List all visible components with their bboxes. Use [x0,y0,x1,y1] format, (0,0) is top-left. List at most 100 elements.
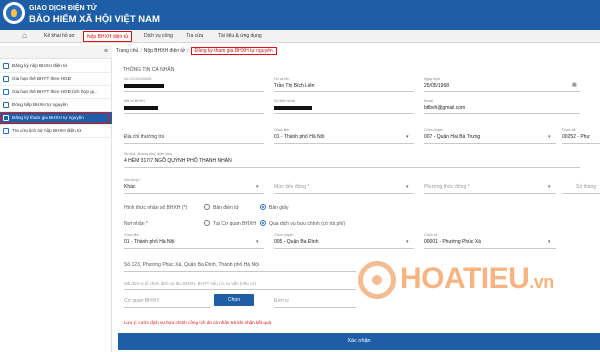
so-dien-thoai-field-line[interactable] [274,113,414,114]
xa-field-line [562,143,600,144]
main-menu: ⌂ Kê khai hồ sơ Nộp BHXH điện tử Dịch vụ… [0,30,600,43]
noi-nhan-label: Nơi nhận * [124,221,148,227]
nhan-xa-select[interactable]: 00001 - Phường Phúc Xá [424,239,481,245]
email-field[interactable]: btlbvh@gmail.com [424,105,465,111]
chevron-down-icon[interactable]: ▾ [548,239,551,245]
cccd-masked-value [124,84,164,88]
sidebar-item-label: Đăng ký tham gia BHXH tự nguyện [12,115,84,120]
ngay-sinh-field[interactable]: 25/05/1968 [424,83,449,89]
sidebar-item-dang-ky-nop-dien-tu[interactable]: Đăng ký nộp BHXH điện tử [0,60,112,73]
so-nha-field-line [124,167,580,168]
sidebar-item-tra-cuu-lich-su[interactable]: Tra cứu lịch sử nộp BHXH điện tử [0,125,112,138]
xa-label: Chọn xã [562,128,576,132]
noi-dung-label: Nội dung * [124,178,141,182]
chevron-down-icon[interactable]: ▾ [406,134,409,140]
breadcrumb-current: Đăng ký tham gia BHXH tự nguyện [190,47,277,55]
huyen-select[interactable]: 007 - Quận Hai Bà Trưng [424,134,480,140]
chevron-down-icon[interactable]: ▾ [406,239,409,245]
ho-ten-field-line [274,91,414,92]
radio-tai-co-quan[interactable] [204,220,210,226]
submit-button[interactable]: Xác nhận [118,333,600,350]
chevron-down-icon[interactable]: ▾ [256,239,259,245]
radio-qua-buu-chinh[interactable] [260,220,266,226]
ma-don-vi-field[interactable]: Mã đơn vị tổ chức dịch vụ thu BHXH, BHYT… [124,281,256,286]
huyen-label: Chọn huyện [424,128,444,132]
nhan-huyen-select[interactable]: 005 - Quận Ba Đình [274,239,318,245]
co-quan-bhxh-field[interactable]: Cơ quan BHXH [124,298,159,304]
site-title: BẢO HIỂM XÃ HỘI VIỆT NAM [29,14,160,25]
ho-ten-field[interactable]: Trần Thị Bích Liên [274,83,315,89]
cccd-field-line[interactable] [124,91,264,92]
so-nha-field[interactable]: 4 HẺM 317/7 NGÕ QUỲNH PHỐ THANH NHÀN [124,158,232,164]
nhan-xa-label: Chọn xã [424,233,438,237]
calendar-icon[interactable]: ▦ [572,82,577,88]
don-vi-field-line [274,307,356,308]
section-title: THÔNG TIN CÁ NHÂN [123,67,175,73]
radio-ban-giay[interactable] [260,204,266,210]
huyen-field-line [424,143,556,144]
sidebar-header: ≡ [0,46,112,59]
ma-don-vi-field-line [124,289,356,290]
nhan-huyen-label: Chọn huyện [274,233,294,237]
menu-toggle-icon[interactable]: ≡ [104,48,108,55]
muc-tien-dong-select[interactable]: Mức tiền đóng * [274,184,309,190]
wheel-hub [372,275,382,285]
sidebar-item-label: Gia hạn thẻ BHYT theo HGĐ [12,76,71,81]
breadcrumb-home[interactable]: Trang chủ [116,48,138,54]
ma-so-bhxh-field-line[interactable] [124,113,264,114]
xa-select[interactable]: 00252 - Phư [562,134,590,140]
noi-dung-field-line [124,193,264,194]
dia-chi-nhan-field[interactable]: Số 123, Phường Phúc Xá, Quận Ba Đình, Th… [124,262,259,268]
ma-so-bhxh-label: Mã số BHXH [124,99,145,103]
sidebar-item-dang-ky-bhxh-tu-nguyen[interactable]: Đăng ký tham gia BHXH tự nguyện [0,112,112,125]
radio-ban-dien-tu[interactable] [204,204,210,210]
nhan-tinh-label: Chọn tỉnh [124,233,140,237]
sidebar-item-gia-han-bhyt-tich-hop[interactable]: Gia hạn thẻ BHYT theo HGĐ tích hợp gi... [0,86,112,99]
chon-button[interactable]: Chọn [214,294,254,306]
sidebar-item-label: Đóng tiếp BHXH tự nguyện [12,102,68,107]
document-icon [3,115,9,121]
nhan-xa-field-line [424,248,556,249]
chevron-down-icon[interactable]: ▾ [548,134,551,140]
tinh-label: Chọn tỉnh [274,128,290,132]
ngay-sinh-field-line [424,91,580,92]
qua-buu-chinh-label: Qua dịch vụ bưu chính (có trả phí) [269,221,346,227]
muc-tien-dong-field-line [274,193,414,194]
chevron-down-icon[interactable]: ▾ [548,184,551,190]
bhxh-logo[interactable] [3,2,25,24]
hoatieu-watermark: HOATIEU.vn [358,261,598,301]
phuong-thuc-dong-field-line [424,193,556,194]
home-icon[interactable]: ⌂ [22,32,30,40]
co-quan-bhxh-field-line [124,307,210,308]
don-vi-field[interactable]: Đơn vị [274,298,289,304]
so-thang-field-line [562,193,600,194]
sidebar-item-dong-tiep-bhxh[interactable]: Đóng tiếp BHXH tự nguyện [0,99,112,112]
nhan-tinh-select[interactable]: 01 - Thành phố Hà Nội [124,239,175,245]
menu-ke-khai-ho-so[interactable]: Kê khai hồ sơ [44,31,75,42]
sidebar-item-gia-han-bhyt-hgd[interactable]: Gia hạn thẻ BHYT theo HGĐ [0,73,112,86]
hinh-thuc-nhan-label: Hình thức nhận sổ BHXH (*) [124,205,188,211]
phuong-thuc-dong-select[interactable]: Phương thức đóng * [424,184,470,190]
dia-chi-nhan-field-line [124,271,356,272]
nhan-huyen-field-line [274,248,414,249]
email-label: Email [424,99,433,103]
menu-dich-vu-cong[interactable]: Dịch vụ công [144,31,173,42]
dia-chi-thuong-tru-label: Địa chỉ thường trú [124,134,165,140]
menu-tai-lieu-ung-dung[interactable]: Tài liệu & ứng dụng [218,31,262,42]
breadcrumb: Trang chủ / Nộp BHXH điện tử / Đăng ký tham … [116,46,277,56]
document-icon [3,89,9,95]
chevron-down-icon[interactable]: ▾ [256,184,259,190]
sidebar-item-label: Đăng ký nộp BHXH điện tử [12,63,68,68]
so-thang-select[interactable]: Số tháng [576,184,596,190]
sidebar: ≡ Đăng ký nộp BHXH điện tử Gia hạn thẻ B… [0,46,112,352]
noi-dung-select[interactable]: Khác [124,184,135,190]
menu-nop-bhxh-dien-tu[interactable]: Nộp BHXH điện tử [83,31,133,42]
cccd-label: Số CCCD/CMND [124,77,152,81]
tinh-field-line [274,143,414,144]
site-header: GIAO DỊCH ĐIỆN TỬ BẢO HIỂM XÃ HỘI VIỆT N… [0,0,600,30]
chevron-down-icon[interactable]: ▾ [406,184,409,190]
breadcrumb-parent[interactable]: Nộp BHXH điện tử [144,48,185,54]
ban-giay-label: Bản giấy [269,205,289,211]
tinh-select[interactable]: 01 - Thành phố Hà Nội [274,134,325,140]
menu-tra-cuu[interactable]: Tra cứu [186,31,203,42]
